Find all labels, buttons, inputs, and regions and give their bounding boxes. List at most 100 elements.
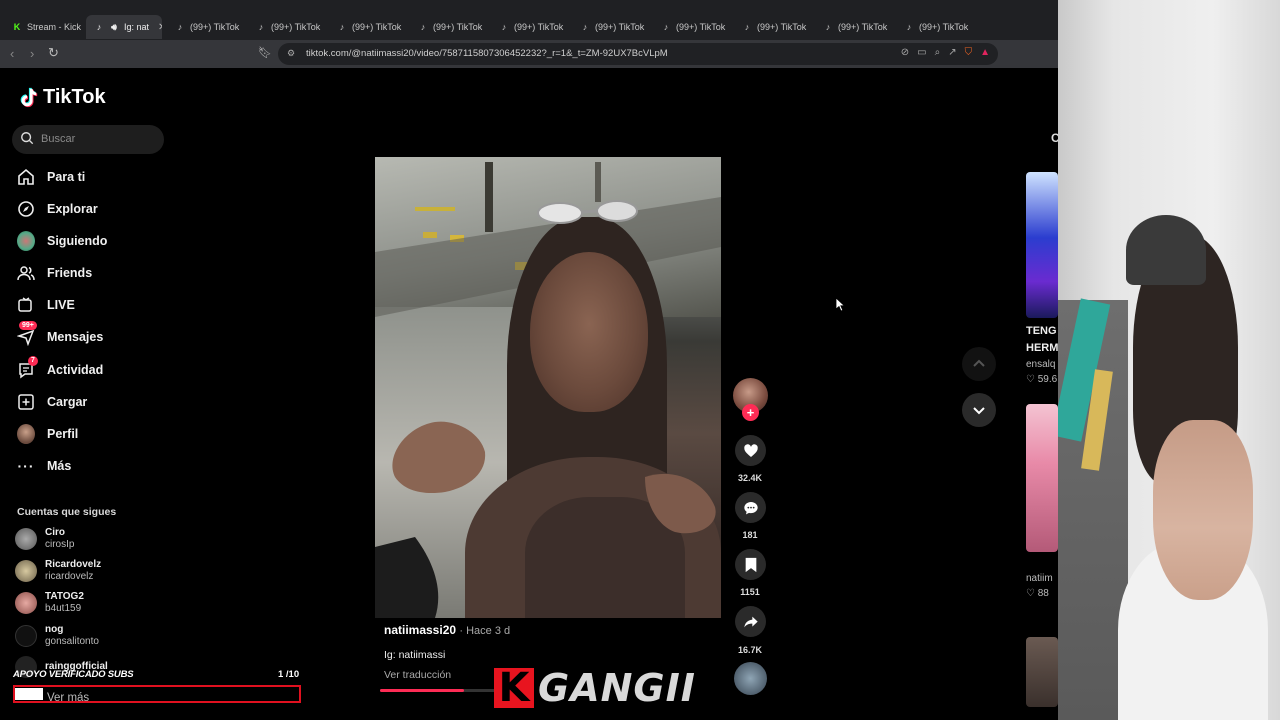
messages-icon: 99+	[17, 321, 37, 346]
video-time-ago: · Hace 3 d	[459, 625, 511, 637]
tab-tiktok[interactable]: ♪ (99+) TikTok	[815, 15, 893, 39]
recommendation-thumbnail[interactable]	[1026, 404, 1058, 552]
video-description: Ig: natiimassi	[384, 649, 446, 661]
tab-tiktok[interactable]: ♪ (99+) TikTok	[167, 15, 245, 39]
recommendation-title[interactable]: HERM	[1026, 342, 1058, 354]
tab-tiktok[interactable]: ♪ (99+) TikTok	[248, 15, 326, 39]
video-author[interactable]: natiimassi20 · Hace 3 d	[384, 623, 510, 637]
bookmark-icon	[745, 557, 756, 572]
sidebar-item-perfil[interactable]: Perfil	[17, 423, 78, 445]
video-progress-bar[interactable]	[380, 689, 500, 692]
site-info-icon[interactable]: ⚙︎	[287, 48, 295, 59]
sidebar-item-label: Perfil	[47, 427, 79, 441]
following-account[interactable]: TATOG2 b4ut159	[15, 591, 84, 615]
audio-playing-icon: 🔊︎	[111, 21, 117, 32]
brand-letter: K	[494, 668, 534, 708]
close-tab-icon[interactable]: ✕	[158, 22, 162, 33]
bookmark-icon[interactable]: 🔖︎	[258, 46, 272, 59]
heart-icon	[743, 443, 758, 457]
tab-tiktok[interactable]: ♪ (99+) TikTok	[572, 15, 650, 39]
tab-tiktok[interactable]: ♪ (99+) TikTok	[410, 15, 488, 39]
tab-label: (99+) TikTok	[919, 22, 969, 32]
sidebar-item-actividad[interactable]: 7 Actividad	[17, 356, 103, 381]
tab-tiktok[interactable]: ♪ (99+) TikTok	[896, 15, 974, 39]
tiktok-logo[interactable]: TikTok	[17, 86, 106, 109]
brave-rewards-icon[interactable]: ▲	[980, 47, 990, 58]
upload-icon	[17, 393, 35, 411]
sidebar-item-live[interactable]: LIVE	[17, 294, 75, 316]
account-handle: cirosIp	[45, 539, 75, 550]
recommendation-likes: ♡ 88	[1026, 588, 1049, 599]
zoom-icon[interactable]: ⌕	[935, 47, 941, 58]
cast-icon[interactable]: ▭	[917, 47, 926, 58]
recommendation-title[interactable]: TENG	[1026, 325, 1057, 337]
save-button[interactable]	[735, 549, 766, 580]
recommendation-thumbnail[interactable]	[1026, 172, 1058, 318]
kick-icon: K	[13, 22, 21, 32]
following-account[interactable]: nog gonsalitonto	[15, 624, 99, 648]
tiktok-icon: ♪	[96, 22, 102, 32]
following-account[interactable]: Ricardovelz ricardovelz	[15, 559, 101, 583]
tab-label: Ig: nat	[124, 22, 150, 32]
forward-icon[interactable]: ›	[30, 46, 34, 61]
more-icon: ···	[17, 458, 35, 474]
follow-plus-icon[interactable]: +	[742, 404, 759, 421]
video-progress-fill	[380, 689, 464, 692]
tab-kick-stream[interactable]: K Stream - Kick	[4, 15, 84, 39]
tab-label: (99+) TikTok	[190, 22, 240, 32]
tracking-icon[interactable]: ⊘	[901, 47, 909, 58]
sidebar-item-explorar[interactable]: Explorar	[17, 198, 98, 220]
sidebar-item-cargar[interactable]: Cargar	[17, 391, 87, 413]
video-player[interactable]	[375, 157, 721, 618]
avatar	[15, 625, 37, 647]
sidebar-item-friends[interactable]: Friends	[17, 262, 92, 284]
sidebar-item-para-ti[interactable]: Para ti	[17, 166, 85, 188]
sub-goal-count: 1 /10	[278, 669, 300, 680]
account-name: Ricardovelz	[45, 559, 102, 570]
tiktok-icon: ♪	[663, 22, 669, 32]
previous-video-button[interactable]	[962, 347, 996, 381]
live-icon	[17, 296, 35, 314]
tab-tiktok[interactable]: ♪ (99+) TikTok	[734, 15, 812, 39]
like-button[interactable]	[735, 435, 766, 466]
account-handle: gonsalitonto	[45, 636, 99, 647]
video-author-name[interactable]: natiimassi20	[384, 623, 456, 637]
save-count: 1151	[740, 587, 760, 597]
share-arrow-icon	[743, 616, 758, 627]
sidebar-item-siguiendo[interactable]: Siguiendo	[17, 230, 107, 252]
address-bar-actions: ⊘ ▭ ⌕ ↗ ⛉ ▲	[901, 47, 990, 58]
tab-tiktok[interactable]: ♪ (99+) TikTok	[653, 15, 731, 39]
tiktok-icon: ♪	[744, 22, 750, 32]
next-video-button[interactable]	[962, 393, 996, 427]
heart-outline-icon: ♡	[1026, 374, 1035, 385]
address-bar[interactable]: ⚙︎ tiktok.com/@natiimassi20/video/758711…	[278, 43, 998, 65]
tiktok-icon: ♪	[177, 22, 183, 32]
share-icon[interactable]: ↗	[948, 47, 956, 58]
back-icon[interactable]: ‹	[10, 46, 14, 61]
tab-tiktok-active[interactable]: ♪ 🔊︎ Ig: nat ✕	[86, 15, 162, 39]
share-button[interactable]	[735, 606, 766, 637]
comment-button[interactable]	[735, 492, 766, 523]
sidebar-item-label: Mensajes	[47, 330, 104, 344]
sidebar-item-mas[interactable]: ··· Más	[17, 455, 72, 477]
sidebar-item-label: Más	[47, 459, 72, 473]
see-translation-link[interactable]: Ver traducción	[384, 669, 451, 681]
url-text: tiktok.com/@natiimassi20/video/758711580…	[306, 48, 668, 59]
recommendation-thumbnail[interactable]	[1026, 637, 1058, 707]
tab-tiktok[interactable]: ♪ (99+) TikTok	[491, 15, 569, 39]
recommendation-author[interactable]: ensalq	[1026, 359, 1055, 370]
tab-tiktok[interactable]: ♪ (99+) TikTok	[329, 15, 407, 39]
reload-icon[interactable]: ↻	[48, 45, 59, 61]
tab-label: (99+) TikTok	[757, 22, 807, 32]
search-input[interactable]: Buscar	[12, 125, 164, 154]
recommendation-author[interactable]: natiim	[1026, 573, 1053, 584]
following-account[interactable]: Ciro cirosIp	[15, 527, 74, 551]
tiktok-icon: ♪	[258, 22, 264, 32]
sidebar-item-label: LIVE	[47, 298, 75, 312]
sidebar-item-label: Siguiendo	[47, 234, 108, 248]
sidebar-item-label: Cargar	[47, 395, 88, 409]
sidebar-item-mensajes[interactable]: 99+ Mensajes	[17, 321, 104, 348]
see-more-link[interactable]: Ver más	[47, 692, 89, 704]
brave-shield-icon[interactable]: ⛉	[965, 47, 973, 58]
music-disc-icon[interactable]	[734, 662, 767, 695]
